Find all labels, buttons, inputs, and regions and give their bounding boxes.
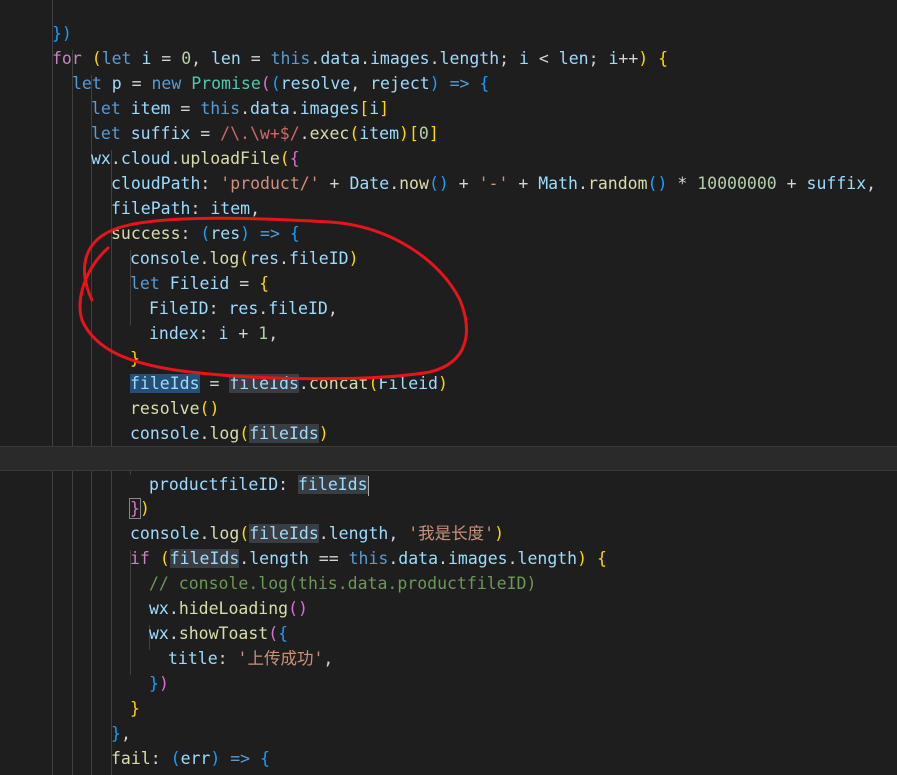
- code-line[interactable]: title: '上传成功',: [0, 621, 897, 668]
- code-line[interactable]: console.log(fileIds): [0, 396, 897, 443]
- code-line[interactable]: fail: (err) => {: [0, 721, 897, 768]
- code-line[interactable]: let p = new Promise((resolve, reject) =>…: [0, 46, 897, 93]
- code-line[interactable]: let suffix = /\.\w+$/.exec(item)[0]: [0, 96, 897, 143]
- code-line[interactable]: // console.log(this.data.productfileID): [0, 546, 897, 593]
- code-line-current[interactable]: productfileID: fileIds: [0, 446, 897, 496]
- code-line[interactable]: }): [0, 0, 897, 43]
- code-line[interactable]: console.error(err): [0, 746, 897, 775]
- code-line[interactable]: success: (res) => {: [0, 196, 897, 243]
- code-line[interactable]: wx.cloud.uploadFile({: [0, 121, 897, 168]
- code-line[interactable]: }: [0, 321, 897, 368]
- code-line[interactable]: console.log(res.fileID): [0, 221, 897, 268]
- code-line[interactable]: if (fileIds.length == this.data.images.l…: [0, 521, 897, 568]
- code-line[interactable]: console.log(fileIds.length, '我是长度'): [0, 496, 897, 543]
- code-line[interactable]: }): [0, 646, 897, 693]
- code-line[interactable]: let item = this.data.images[i]: [0, 71, 897, 118]
- code-line[interactable]: },: [0, 696, 897, 743]
- code-line[interactable]: filePath: item,: [0, 171, 897, 218]
- code-line[interactable]: wx.hideLoading(): [0, 571, 897, 618]
- code-line[interactable]: this.setData({: [0, 421, 897, 469]
- code-line[interactable]: index: i + 1,: [0, 296, 897, 343]
- code-line[interactable]: }): [0, 471, 897, 519]
- code-line[interactable]: }: [0, 671, 897, 718]
- code-line[interactable]: FileID: res.fileID,: [0, 271, 897, 318]
- code-line[interactable]: resolve(): [0, 371, 897, 418]
- code-line[interactable]: cloudPath: 'product/' + Date.now() + '-'…: [0, 146, 897, 193]
- code-line[interactable]: wx.showToast({: [0, 596, 897, 643]
- code-editor[interactable]: }) for (let i = 0, len = this.data.image…: [0, 0, 897, 775]
- code-line[interactable]: for (let i = 0, len = this.data.images.l…: [0, 21, 897, 68]
- code-line[interactable]: fileIds = fileIds.concat(Fileid): [0, 346, 897, 393]
- code-text: console.error(err): [130, 771, 309, 775]
- code-line[interactable]: let Fileid = {: [0, 246, 897, 293]
